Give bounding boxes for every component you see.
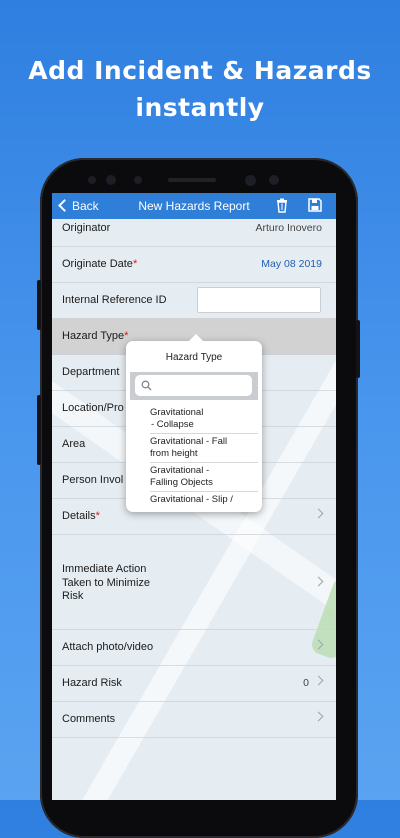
required-marker: *: [132, 258, 138, 270]
front-camera: [106, 175, 116, 185]
iris-camera: [269, 175, 279, 185]
hazard-type-option[interactable]: Gravitational - Collapse: [150, 403, 258, 434]
immediate-action-label: Immediate Action Taken to Minimize Risk: [62, 563, 151, 602]
headline-line-1: Add Incident & Hazards: [28, 56, 372, 85]
attach-label: Attach photo/video: [62, 641, 154, 653]
volume-button: [37, 280, 41, 330]
bixby-button: [37, 395, 41, 465]
popover-arrow: [188, 334, 204, 342]
chevron-right-icon: [313, 711, 324, 722]
required-marker: *: [124, 330, 129, 342]
app-screen: Back New Hazards Report Originator Artur…: [52, 193, 336, 800]
hazard-type-option[interactable]: Gravitational - Slip /: [150, 490, 258, 511]
speaker-grille: [168, 178, 216, 182]
internal-ref-input[interactable]: [197, 287, 321, 313]
chevron-right-icon: [313, 639, 324, 650]
area-label: Area: [62, 438, 86, 450]
location-label: Location/Pro: [62, 402, 124, 414]
chevron-right-icon: [313, 576, 324, 587]
chevron-right-icon: [313, 508, 324, 519]
promo-headline: Add Incident & Hazards instantly: [0, 52, 400, 126]
originator-row: Originator Arturo Inovero: [52, 210, 336, 247]
internal-ref-label: Internal Reference ID: [62, 294, 167, 306]
department-label: Department: [62, 366, 120, 378]
immediate-action-row[interactable]: Immediate Action Taken to Minimize Risk: [52, 534, 336, 630]
hazard-risk-value: 0: [303, 677, 309, 689]
comments-row[interactable]: Comments: [52, 701, 336, 738]
internal-ref-row: Internal Reference ID: [52, 282, 336, 319]
chevron-right-icon: [313, 675, 324, 686]
required-marker: *: [95, 510, 100, 522]
hazard-risk-label: Hazard Risk: [62, 677, 122, 689]
originate-date-value[interactable]: May 08 2019: [261, 246, 322, 282]
hazard-type-option[interactable]: Gravitational - Falling Objects: [150, 461, 258, 492]
hazard-type-popover: Hazard Type Gravitational - Collapse Grav…: [126, 334, 262, 512]
originator-label: Originator: [62, 222, 111, 234]
person-involved-label: Person Invol: [62, 474, 124, 486]
hazard-type-option[interactable]: Gravitational - Fall from height: [150, 432, 258, 463]
attach-row[interactable]: Attach photo/video: [52, 629, 336, 666]
hazard-risk-row[interactable]: Hazard Risk 0: [52, 665, 336, 702]
search-input[interactable]: [135, 375, 252, 396]
headline-line-2: instantly: [135, 93, 265, 122]
power-button: [356, 320, 360, 378]
search-icon: [141, 380, 152, 391]
hazard-type-label: Hazard Type*: [62, 330, 129, 342]
comments-label: Comments: [62, 713, 116, 725]
originator-value: Arturo Inovero: [255, 222, 322, 234]
iris-camera: [245, 175, 256, 186]
sensor-dot: [88, 176, 96, 184]
details-label: Details*: [62, 510, 100, 522]
popover-title: Hazard Type: [165, 352, 223, 363]
sensor-dot: [134, 176, 142, 184]
originate-date-label: Originate Date*: [62, 258, 138, 270]
search-bar: [130, 372, 258, 400]
originate-date-row[interactable]: Originate Date* May 08 2019: [52, 246, 336, 283]
